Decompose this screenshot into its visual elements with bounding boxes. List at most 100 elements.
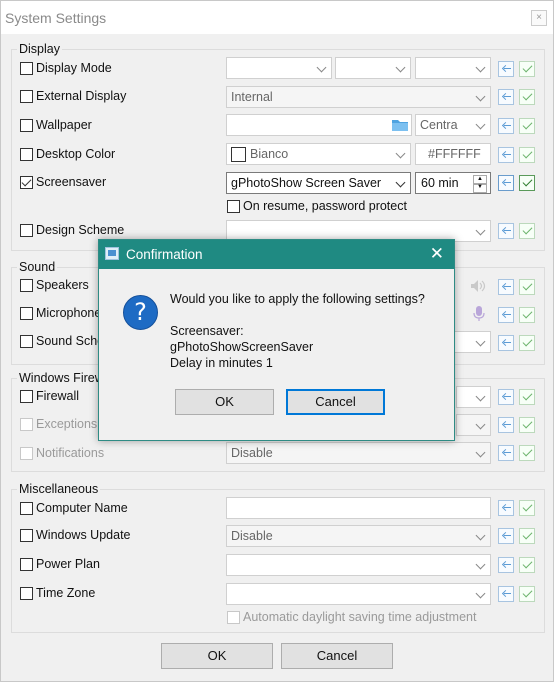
design-scheme-apply-icon[interactable] bbox=[519, 223, 535, 239]
desktop-color-apply-icon[interactable] bbox=[519, 147, 535, 163]
computer-name-revert-icon[interactable] bbox=[498, 500, 514, 516]
desktop-color-hex-input[interactable]: #FFFFFF bbox=[415, 143, 491, 165]
exceptions-revert-icon[interactable] bbox=[498, 417, 514, 433]
external-display-label: External Display bbox=[36, 89, 127, 103]
display-group-label: Display bbox=[17, 42, 62, 56]
wallpaper-apply-icon[interactable] bbox=[519, 118, 535, 134]
dialog-title-bar: Confirmation ✕ bbox=[99, 240, 454, 269]
time-zone-apply-icon[interactable] bbox=[519, 586, 535, 602]
external-display-checkbox[interactable] bbox=[20, 90, 33, 103]
power-plan-checkbox[interactable] bbox=[20, 558, 33, 571]
wallpaper-revert-icon[interactable] bbox=[498, 118, 514, 134]
time-zone-select[interactable] bbox=[226, 583, 491, 605]
firewall-revert-icon[interactable] bbox=[498, 389, 514, 405]
sound-group-label: Sound bbox=[17, 260, 58, 274]
on-resume-checkbox[interactable] bbox=[227, 200, 240, 213]
folder-icon[interactable] bbox=[391, 118, 409, 132]
sound-scheme-apply-icon[interactable] bbox=[519, 335, 535, 351]
windows-update-select[interactable]: Disable bbox=[226, 525, 491, 547]
windows-update-apply-icon[interactable] bbox=[519, 528, 535, 544]
notifications-checkbox[interactable] bbox=[20, 447, 33, 460]
sound-scheme-label: Sound Sche bbox=[36, 334, 105, 348]
firewall-apply-icon[interactable] bbox=[519, 389, 535, 405]
speakers-checkbox[interactable] bbox=[20, 279, 33, 292]
design-scheme-revert-icon[interactable] bbox=[498, 223, 514, 239]
screensaver-delay-spinner[interactable]: 60 min ▲ ▼ bbox=[415, 172, 491, 194]
desktop-color-revert-icon[interactable] bbox=[498, 147, 514, 163]
firewall-label: Firewall bbox=[36, 389, 80, 403]
ok-button[interactable]: OK bbox=[161, 643, 273, 669]
display-mode-revert-icon[interactable] bbox=[498, 61, 514, 77]
dialog-question: Would you like to apply the following se… bbox=[170, 292, 425, 306]
computer-name-label: Computer Name bbox=[36, 501, 128, 515]
speaker-icon bbox=[471, 280, 486, 292]
desktop-color-checkbox[interactable] bbox=[20, 148, 33, 161]
sound-scheme-revert-icon[interactable] bbox=[498, 335, 514, 351]
external-display-select[interactable]: Internal bbox=[226, 86, 491, 108]
exceptions-label: Exceptions bbox=[36, 417, 98, 431]
speakers-apply-icon[interactable] bbox=[519, 279, 535, 295]
computer-name-checkbox[interactable] bbox=[20, 502, 33, 515]
dialog-cancel-button[interactable]: Cancel bbox=[286, 389, 385, 415]
microphone-revert-icon[interactable] bbox=[498, 307, 514, 323]
close-icon[interactable]: × bbox=[531, 10, 547, 26]
microphone-checkbox[interactable] bbox=[20, 307, 33, 320]
dialog-ok-button[interactable]: OK bbox=[175, 389, 274, 415]
dialog-detail-line-2: gPhotoShowScreenSaver bbox=[170, 340, 314, 354]
firewall-select[interactable] bbox=[456, 386, 491, 408]
external-display-apply-icon[interactable] bbox=[519, 89, 535, 105]
power-plan-select[interactable] bbox=[226, 554, 491, 576]
power-plan-revert-icon[interactable] bbox=[498, 557, 514, 573]
exceptions-select[interactable] bbox=[456, 414, 491, 436]
display-mode-frequency-select[interactable] bbox=[415, 57, 491, 79]
microphone-icon bbox=[473, 306, 485, 321]
time-zone-revert-icon[interactable] bbox=[498, 586, 514, 602]
display-mode-depth-select[interactable] bbox=[335, 57, 411, 79]
screensaver-checkbox[interactable] bbox=[20, 176, 33, 189]
windows-update-revert-icon[interactable] bbox=[498, 528, 514, 544]
dialog-close-icon[interactable]: ✕ bbox=[430, 244, 444, 264]
speakers-revert-icon[interactable] bbox=[498, 279, 514, 295]
wallpaper-path-input[interactable] bbox=[226, 114, 412, 136]
power-plan-apply-icon[interactable] bbox=[519, 557, 535, 573]
design-scheme-checkbox[interactable] bbox=[20, 224, 33, 237]
daylight-checkbox[interactable] bbox=[227, 611, 240, 624]
display-mode-resolution-select[interactable] bbox=[226, 57, 332, 79]
microphone-apply-icon[interactable] bbox=[519, 307, 535, 323]
notifications-revert-icon[interactable] bbox=[498, 445, 514, 461]
power-plan-label: Power Plan bbox=[36, 557, 100, 571]
time-zone-checkbox[interactable] bbox=[20, 587, 33, 600]
dialog-detail-line-1: Screensaver: bbox=[170, 324, 244, 338]
windows-update-checkbox[interactable] bbox=[20, 529, 33, 542]
wallpaper-checkbox[interactable] bbox=[20, 119, 33, 132]
app-icon bbox=[105, 247, 119, 260]
exceptions-apply-icon[interactable] bbox=[519, 417, 535, 433]
notifications-select[interactable]: Disable bbox=[226, 442, 491, 464]
screensaver-revert-icon[interactable] bbox=[498, 175, 514, 191]
external-display-revert-icon[interactable] bbox=[498, 89, 514, 105]
spin-down-icon[interactable]: ▼ bbox=[473, 183, 487, 193]
wallpaper-label: Wallpaper bbox=[36, 118, 92, 132]
screensaver-apply-icon[interactable] bbox=[519, 175, 535, 191]
dialog-detail-line-3: Delay in minutes 1 bbox=[170, 356, 273, 370]
display-mode-apply-icon[interactable] bbox=[519, 61, 535, 77]
question-icon: ? bbox=[123, 295, 158, 330]
screensaver-select[interactable]: gPhotoShow Screen Saver bbox=[226, 172, 411, 194]
misc-group-label: Miscellaneous bbox=[17, 482, 101, 496]
wallpaper-position-select[interactable]: Centra bbox=[415, 114, 491, 136]
design-scheme-label: Design Scheme bbox=[36, 223, 125, 237]
firewall-group-label: Windows Firew bbox=[17, 371, 106, 385]
exceptions-checkbox[interactable] bbox=[20, 418, 33, 431]
desktop-color-select[interactable]: Bianco bbox=[226, 143, 411, 165]
window-title: System Settings bbox=[5, 10, 107, 26]
sound-scheme-checkbox[interactable] bbox=[20, 335, 33, 348]
cancel-button[interactable]: Cancel bbox=[281, 643, 393, 669]
computer-name-input[interactable] bbox=[226, 497, 491, 519]
time-zone-label: Time Zone bbox=[36, 586, 96, 600]
on-resume-label: On resume, password protect bbox=[243, 199, 407, 213]
firewall-checkbox[interactable] bbox=[20, 390, 33, 403]
computer-name-apply-icon[interactable] bbox=[519, 500, 535, 516]
display-mode-label: Display Mode bbox=[36, 61, 112, 75]
display-mode-checkbox[interactable] bbox=[20, 62, 33, 75]
notifications-apply-icon[interactable] bbox=[519, 445, 535, 461]
